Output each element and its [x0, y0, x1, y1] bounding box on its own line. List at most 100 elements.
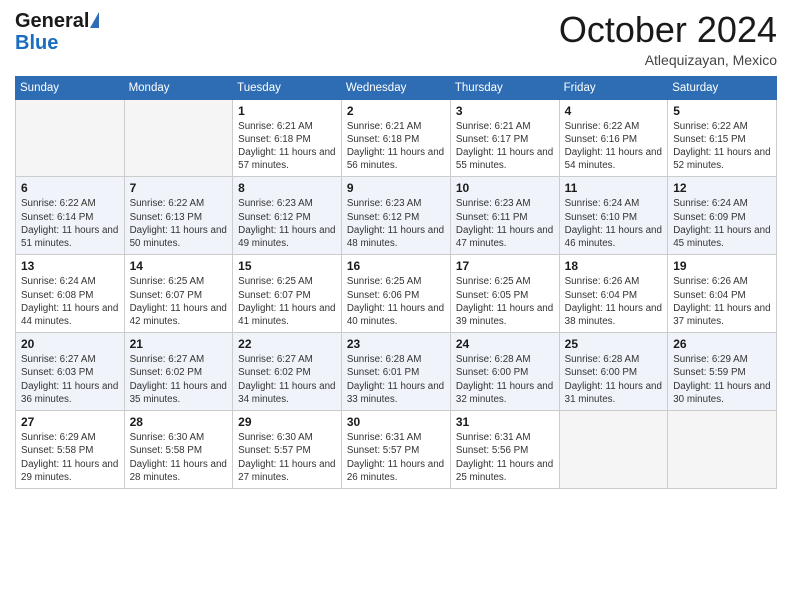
calendar-cell: 1Sunrise: 6:21 AMSunset: 6:18 PMDaylight…	[233, 99, 342, 177]
calendar-cell: 31 Sunrise: 6:31 AMSunset: 5:56 PMDayligh…	[450, 411, 559, 489]
day-detail: Sunrise: 6:21 AMSunset: 6:18 PMDaylight:…	[238, 120, 336, 173]
calendar-cell: 28 Sunrise: 6:30 AMSunset: 5:58 PMDayligh…	[124, 411, 233, 489]
calendar-cell: 24 Sunrise: 6:28 AMSunset: 6:00 PMDayligh…	[450, 333, 559, 411]
day-detail: Sunrise: 6:25 AMSunset: 6:07 PMDaylight:…	[238, 275, 336, 328]
weekday-header-monday: Monday	[124, 76, 233, 99]
day-detail: Sunrise: 6:24 AMSunset: 6:10 PMDaylight:…	[565, 197, 663, 250]
day-number: 6	[21, 181, 119, 195]
day-number: 12	[673, 181, 771, 195]
day-number: 14	[130, 259, 228, 273]
day-detail: Sunrise: 6:25 AMSunset: 6:07 PMDaylight:…	[130, 275, 228, 328]
day-detail: Sunrise: 6:28 AMSunset: 6:00 PMDaylight:…	[565, 353, 663, 406]
day-detail: Sunrise: 6:23 AMSunset: 6:12 PMDaylight:…	[238, 197, 336, 250]
month-title: October 2024	[559, 10, 777, 50]
calendar-cell: 12 Sunrise: 6:24 AMSunset: 6:09 PMDayligh…	[668, 177, 777, 255]
calendar-cell	[16, 99, 125, 177]
day-detail: Sunrise: 6:28 AMSunset: 6:00 PMDaylight:…	[456, 353, 554, 406]
day-number: 7	[130, 181, 228, 195]
calendar-cell: 25 Sunrise: 6:28 AMSunset: 6:00 PMDayligh…	[559, 333, 668, 411]
day-number: 28	[130, 415, 228, 429]
calendar-cell	[559, 411, 668, 489]
calendar-cell: 21 Sunrise: 6:27 AMSunset: 6:02 PMDayligh…	[124, 333, 233, 411]
calendar-cell: 27 Sunrise: 6:29 AMSunset: 5:58 PMDayligh…	[16, 411, 125, 489]
calendar-week-row: 13Sunrise: 6:24 AMSunset: 6:08 PMDayligh…	[16, 255, 777, 333]
day-number: 24	[456, 337, 554, 351]
location: Atlequizayan, Mexico	[559, 52, 777, 68]
calendar-cell: 14 Sunrise: 6:25 AMSunset: 6:07 PMDayligh…	[124, 255, 233, 333]
calendar-cell: 26 Sunrise: 6:29 AMSunset: 5:59 PMDayligh…	[668, 333, 777, 411]
day-number: 21	[130, 337, 228, 351]
page: General Blue October 2024 Atlequizayan, …	[0, 0, 792, 612]
day-number: 15	[238, 259, 336, 273]
day-detail: Sunrise: 6:27 AMSunset: 6:03 PMDaylight:…	[21, 353, 119, 406]
day-number: 8	[238, 181, 336, 195]
calendar-cell: 2 Sunrise: 6:21 AMSunset: 6:18 PMDaylight…	[341, 99, 450, 177]
day-number: 27	[21, 415, 119, 429]
day-detail: Sunrise: 6:27 AMSunset: 6:02 PMDaylight:…	[238, 353, 336, 406]
day-detail: Sunrise: 6:22 AMSunset: 6:14 PMDaylight:…	[21, 197, 119, 250]
weekday-header-thursday: Thursday	[450, 76, 559, 99]
day-detail: Sunrise: 6:22 AMSunset: 6:16 PMDaylight:…	[565, 120, 663, 173]
day-detail: Sunrise: 6:26 AMSunset: 6:04 PMDaylight:…	[565, 275, 663, 328]
calendar-cell: 8 Sunrise: 6:23 AMSunset: 6:12 PMDaylight…	[233, 177, 342, 255]
weekday-header-wednesday: Wednesday	[341, 76, 450, 99]
calendar-cell: 7Sunrise: 6:22 AMSunset: 6:13 PMDaylight…	[124, 177, 233, 255]
day-detail: Sunrise: 6:28 AMSunset: 6:01 PMDaylight:…	[347, 353, 445, 406]
day-detail: Sunrise: 6:30 AMSunset: 5:58 PMDaylight:…	[130, 431, 228, 484]
weekday-header-sunday: Sunday	[16, 76, 125, 99]
calendar-cell: 3Sunrise: 6:21 AMSunset: 6:17 PMDaylight…	[450, 99, 559, 177]
day-number: 4	[565, 104, 663, 118]
day-detail: Sunrise: 6:24 AMSunset: 6:09 PMDaylight:…	[673, 197, 771, 250]
day-number: 18	[565, 259, 663, 273]
calendar-cell: 18 Sunrise: 6:26 AMSunset: 6:04 PMDayligh…	[559, 255, 668, 333]
calendar-cell: 20 Sunrise: 6:27 AMSunset: 6:03 PMDayligh…	[16, 333, 125, 411]
day-number: 30	[347, 415, 445, 429]
calendar-cell	[124, 99, 233, 177]
day-number: 19	[673, 259, 771, 273]
weekday-header-friday: Friday	[559, 76, 668, 99]
day-detail: Sunrise: 6:27 AMSunset: 6:02 PMDaylight:…	[130, 353, 228, 406]
day-number: 31	[456, 415, 554, 429]
day-number: 26	[673, 337, 771, 351]
day-number: 22	[238, 337, 336, 351]
calendar-week-row: 1Sunrise: 6:21 AMSunset: 6:18 PMDaylight…	[16, 99, 777, 177]
day-number: 16	[347, 259, 445, 273]
calendar-week-row: 20 Sunrise: 6:27 AMSunset: 6:03 PMDayligh…	[16, 333, 777, 411]
day-detail: Sunrise: 6:21 AMSunset: 6:17 PMDaylight:…	[456, 120, 554, 173]
logo-blue-text: Blue	[15, 32, 58, 55]
day-number: 10	[456, 181, 554, 195]
title-block: October 2024 Atlequizayan, Mexico	[559, 10, 777, 68]
calendar-cell	[668, 411, 777, 489]
weekday-header-row: SundayMondayTuesdayWednesdayThursdayFrid…	[16, 76, 777, 99]
day-number: 20	[21, 337, 119, 351]
calendar-cell: 6 Sunrise: 6:22 AMSunset: 6:14 PMDaylight…	[16, 177, 125, 255]
day-detail: Sunrise: 6:31 AMSunset: 5:56 PMDaylight:…	[456, 431, 554, 484]
calendar-cell: 5Sunrise: 6:22 AMSunset: 6:15 PMDaylight…	[668, 99, 777, 177]
calendar-cell: 17Sunrise: 6:25 AMSunset: 6:05 PMDayligh…	[450, 255, 559, 333]
calendar-table: SundayMondayTuesdayWednesdayThursdayFrid…	[15, 76, 777, 489]
day-number: 25	[565, 337, 663, 351]
day-number: 13	[21, 259, 119, 273]
calendar-cell: 23Sunrise: 6:28 AMSunset: 6:01 PMDayligh…	[341, 333, 450, 411]
calendar-cell: 9Sunrise: 6:23 AMSunset: 6:12 PMDaylight…	[341, 177, 450, 255]
day-detail: Sunrise: 6:26 AMSunset: 6:04 PMDaylight:…	[673, 275, 771, 328]
day-number: 11	[565, 181, 663, 195]
day-detail: Sunrise: 6:25 AMSunset: 6:05 PMDaylight:…	[456, 275, 554, 328]
calendar-cell: 19 Sunrise: 6:26 AMSunset: 6:04 PMDayligh…	[668, 255, 777, 333]
calendar-cell: 11 Sunrise: 6:24 AMSunset: 6:10 PMDayligh…	[559, 177, 668, 255]
day-number: 5	[673, 104, 771, 118]
day-detail: Sunrise: 6:21 AMSunset: 6:18 PMDaylight:…	[347, 120, 445, 173]
day-detail: Sunrise: 6:29 AMSunset: 5:59 PMDaylight:…	[673, 353, 771, 406]
calendar-cell: 4 Sunrise: 6:22 AMSunset: 6:16 PMDaylight…	[559, 99, 668, 177]
calendar-cell: 10Sunrise: 6:23 AMSunset: 6:11 PMDayligh…	[450, 177, 559, 255]
header: General Blue October 2024 Atlequizayan, …	[15, 10, 777, 68]
calendar-cell: 22 Sunrise: 6:27 AMSunset: 6:02 PMDayligh…	[233, 333, 342, 411]
calendar-cell: 15 Sunrise: 6:25 AMSunset: 6:07 PMDayligh…	[233, 255, 342, 333]
weekday-header-tuesday: Tuesday	[233, 76, 342, 99]
day-number: 2	[347, 104, 445, 118]
day-detail: Sunrise: 6:29 AMSunset: 5:58 PMDaylight:…	[21, 431, 119, 484]
calendar-cell: 16Sunrise: 6:25 AMSunset: 6:06 PMDayligh…	[341, 255, 450, 333]
calendar-cell: 29Sunrise: 6:30 AMSunset: 5:57 PMDayligh…	[233, 411, 342, 489]
calendar-cell: 30Sunrise: 6:31 AMSunset: 5:57 PMDayligh…	[341, 411, 450, 489]
weekday-header-saturday: Saturday	[668, 76, 777, 99]
